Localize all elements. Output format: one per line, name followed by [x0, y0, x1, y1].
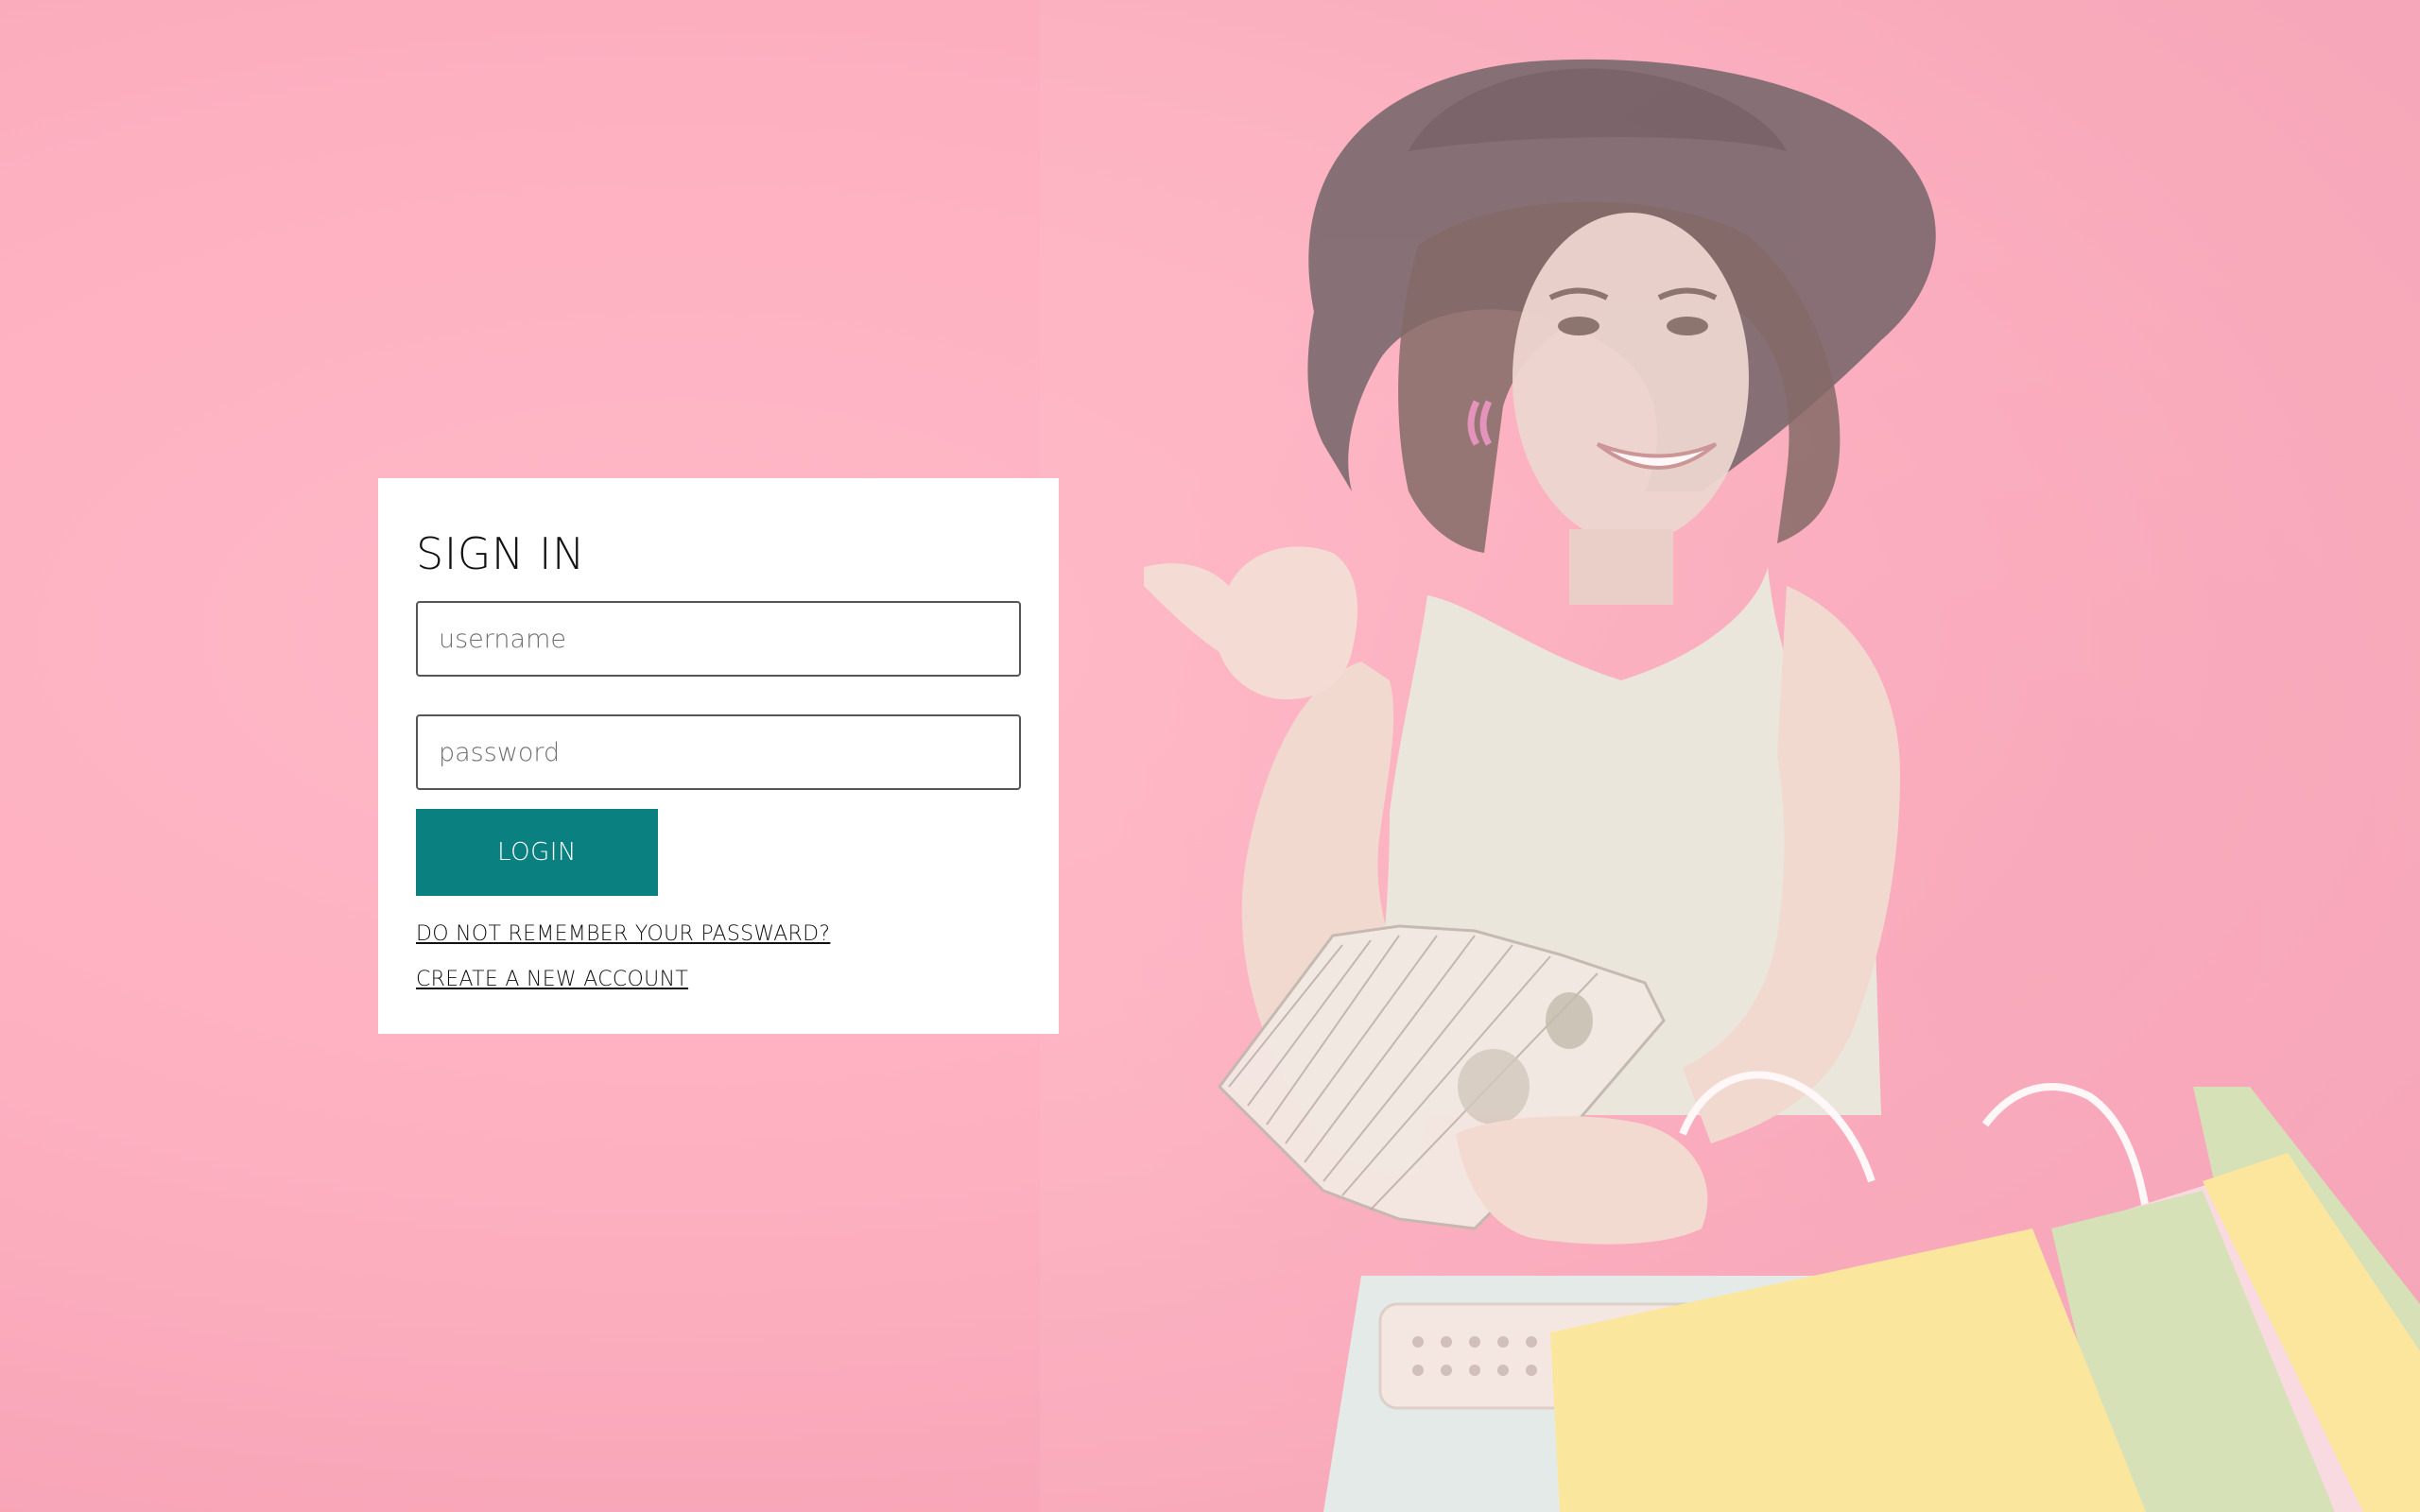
- forgot-password-link[interactable]: DO NOT REMEMBER YOUR PASSWARD?: [416, 920, 1021, 949]
- hero-illustration: [1040, 0, 2420, 1512]
- signin-title: SIGN IN: [416, 528, 585, 579]
- username-input[interactable]: [416, 601, 1021, 677]
- signin-card: SIGN IN LOGIN DO NOT REMEMBER YOUR PASSW…: [378, 478, 1059, 1034]
- login-button[interactable]: LOGIN: [416, 809, 658, 896]
- create-account-link[interactable]: CREATE A NEW ACCOUNT: [416, 966, 1021, 994]
- password-input[interactable]: [416, 714, 1021, 790]
